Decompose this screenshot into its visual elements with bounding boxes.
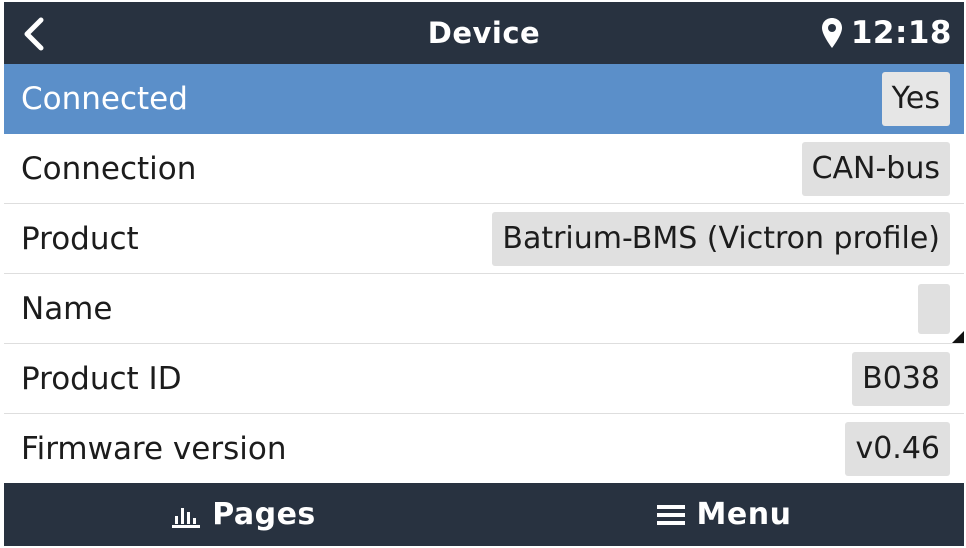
list-item-product-id[interactable]: Product ID B038: [4, 344, 964, 414]
menu-button[interactable]: Menu: [484, 483, 964, 546]
list-item-value: v0.46: [845, 422, 950, 476]
list-item-value: Batrium-BMS (Victron profile): [492, 212, 950, 266]
clock: 12:18: [850, 15, 952, 51]
top-bar: Device 12:18: [4, 2, 964, 64]
menu-label: Menu: [696, 497, 792, 532]
chevron-left-icon: [22, 17, 46, 51]
edit-corner-icon: [952, 331, 964, 343]
list-item-value: Yes: [881, 72, 950, 126]
list-item-label: Connected: [21, 80, 188, 117]
list-item-value: B038: [852, 352, 950, 406]
list-item-connected[interactable]: Connected Yes: [4, 64, 964, 134]
bar-chart-icon: [172, 502, 202, 528]
list-item-label: Name: [21, 290, 113, 327]
pages-label: Pages: [212, 497, 316, 532]
list-item-label: Product ID: [21, 360, 182, 397]
status-area: 12:18: [821, 2, 952, 64]
list-item-connection[interactable]: Connection CAN-bus: [4, 134, 964, 204]
back-button[interactable]: [14, 14, 54, 54]
hamburger-menu-icon: [656, 502, 687, 528]
list-item-value: CAN-bus: [801, 142, 950, 196]
list-item-label: Firmware version: [21, 430, 287, 467]
pages-button[interactable]: Pages: [4, 483, 484, 546]
bottom-bar: Pages Menu: [4, 483, 964, 546]
list-item-label: Product: [21, 220, 139, 257]
device-screen: Device 12:18 Connected Yes Connection CA…: [4, 2, 964, 546]
name-input[interactable]: [918, 284, 950, 334]
list-item-name[interactable]: Name: [4, 274, 964, 344]
list-item-product[interactable]: Product Batrium-BMS (Victron profile): [4, 204, 964, 274]
location-pin-icon: [821, 17, 843, 49]
list-item-firmware-version[interactable]: Firmware version v0.46: [4, 414, 964, 483]
list-item-label: Connection: [21, 150, 197, 187]
settings-list: Connected Yes Connection CAN-bus Product…: [4, 64, 964, 483]
